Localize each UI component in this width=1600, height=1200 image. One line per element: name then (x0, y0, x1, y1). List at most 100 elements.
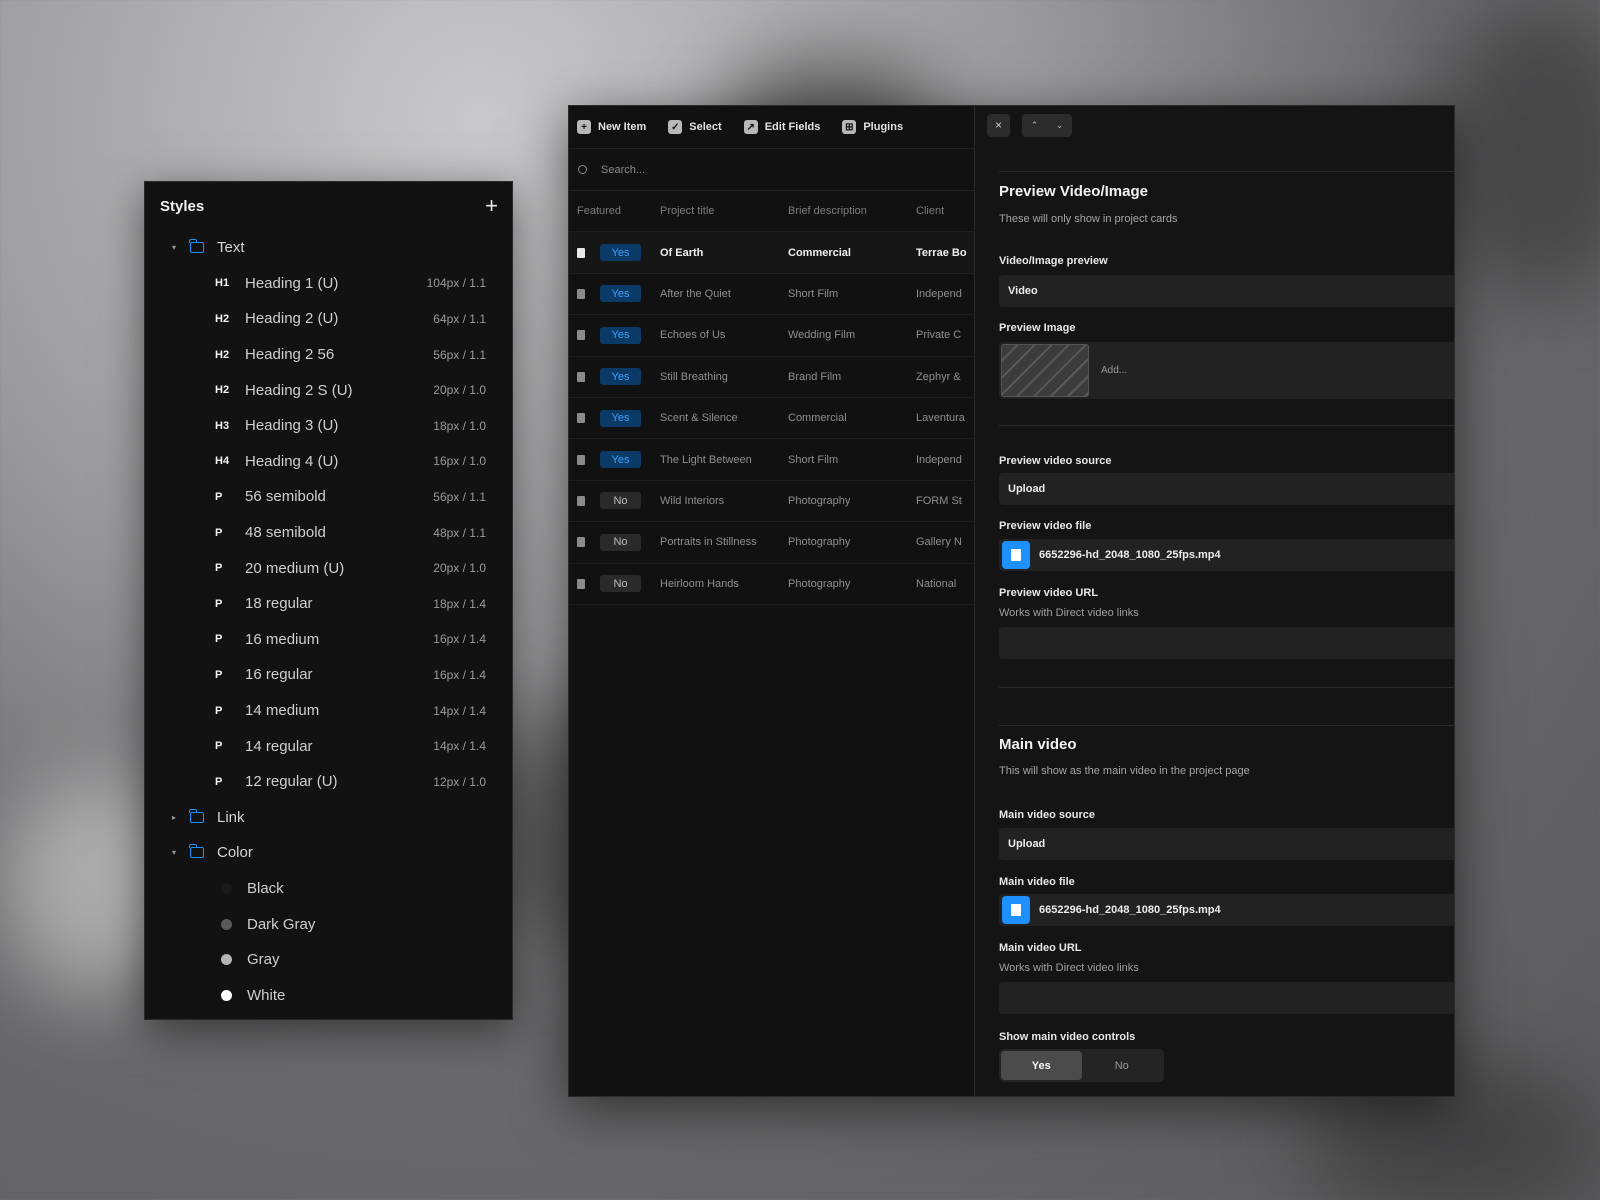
caret-right-icon[interactable]: ▸ (172, 813, 190, 822)
controls-no-option[interactable]: No (1082, 1051, 1163, 1080)
caret-down-icon[interactable]: ▾ (172, 243, 190, 252)
text-style-item[interactable]: P 20 medium (U) 20px / 1.0 (145, 550, 512, 586)
document-icon (577, 578, 585, 589)
client-cell: National (916, 577, 957, 590)
controls-yes-option[interactable]: Yes (1001, 1051, 1082, 1080)
main-file-field[interactable]: 6652296-hd_2048_1080_25fps.mp4 (999, 894, 1454, 926)
featured-badge: Yes (600, 368, 641, 386)
style-meta: 56px / 1.1 (433, 489, 486, 504)
style-name: Heading 2 56 (245, 346, 335, 364)
preview-file-field[interactable]: 6652296-hd_2048_1080_25fps.mp4 (999, 539, 1454, 571)
new-item-button[interactable]: + New Item (577, 120, 646, 134)
document-icon (577, 330, 585, 341)
style-name: 14 regular (245, 737, 313, 755)
styles-title: Styles (160, 197, 205, 215)
text-style-item[interactable]: H1 Heading 1 (U) 104px / 1.1 (145, 266, 512, 302)
featured-cell: No (569, 492, 660, 510)
column-header-client[interactable]: Client (916, 205, 974, 217)
text-style-item[interactable]: P 16 regular 16px / 1.4 (145, 657, 512, 693)
featured-badge: Yes (600, 409, 641, 427)
chevron-up-icon[interactable]: ⌃ (1031, 120, 1039, 131)
featured-cell: Yes (569, 409, 660, 427)
document-icon (577, 247, 585, 258)
style-tag: H2 (215, 312, 230, 325)
plugins-grid-icon: ⊞ (842, 120, 857, 134)
text-style-item[interactable]: P 12 regular (U) 12px / 1.0 (145, 764, 512, 800)
main-file-label: Main video file (999, 876, 1075, 888)
text-style-item[interactable]: P 48 semibold 48px / 1.1 (145, 515, 512, 551)
table-row[interactable]: Yes Scent & Silence Commercial Laventura (569, 398, 974, 440)
plugins-button[interactable]: ⊞ Plugins (842, 120, 903, 134)
preview-url-input[interactable] (999, 627, 1454, 659)
search-input[interactable] (601, 163, 801, 176)
file-icon (1002, 896, 1030, 924)
text-style-item[interactable]: H2 Heading 2 56 56px / 1.1 (145, 337, 512, 373)
preview-type-select[interactable]: Video (999, 275, 1454, 307)
table-row[interactable]: Yes After the Quiet Short Film Independ (569, 274, 974, 316)
close-button[interactable]: × (987, 113, 1010, 137)
select-button[interactable]: ✓ Select (668, 120, 722, 134)
text-style-item[interactable]: P 16 medium 16px / 1.4 (145, 622, 512, 658)
caret-down-icon[interactable]: ▾ (172, 848, 190, 857)
text-style-item[interactable]: P 14 medium 14px / 1.4 (145, 693, 512, 729)
style-group-label: Link (217, 808, 245, 826)
edit-fields-button[interactable]: ↗ Edit Fields (743, 120, 821, 134)
color-style-item[interactable]: Gray (145, 942, 512, 978)
color-style-item[interactable]: Dark Gray (145, 906, 512, 942)
column-header-description[interactable]: Brief description (788, 205, 916, 217)
description-cell: Commercial (788, 412, 847, 425)
table-row[interactable]: No Portraits in Stillness Photography Galle… (569, 522, 974, 564)
column-header-title[interactable]: Project title (660, 205, 788, 217)
main-url-input[interactable] (999, 982, 1454, 1014)
plus-icon[interactable]: + (485, 195, 498, 217)
description-cell: Photography (788, 536, 851, 549)
chevron-down-icon[interactable]: ⌄ (1056, 120, 1064, 131)
preview-image-field[interactable]: Add... (999, 342, 1454, 399)
client-cell: Independ (916, 453, 962, 466)
table-row[interactable]: Yes Echoes of Us Wedding Film Private C (569, 315, 974, 357)
preview-source-select[interactable]: Upload (999, 473, 1454, 505)
text-style-item[interactable]: P 56 semibold 56px / 1.1 (145, 479, 512, 515)
main-url-help: Works with Direct video links (999, 962, 1139, 974)
style-meta: 14px / 1.4 (433, 703, 486, 718)
color-swatch (221, 882, 232, 894)
text-style-item[interactable]: H2 Heading 2 S (U) 20px / 1.0 (145, 372, 512, 408)
style-tag: P (215, 668, 223, 681)
folder-icon (189, 239, 204, 254)
table-row[interactable]: Yes Still Breathing Brand Film Zephyr & (569, 357, 974, 398)
featured-badge: Yes (600, 326, 641, 344)
client-cell: Zephyr & (916, 370, 961, 383)
edit-fields-label: Edit Fields (764, 121, 821, 133)
main-source-select[interactable]: Upload (999, 828, 1454, 860)
description-cell: Photography (788, 494, 851, 507)
title-cell: Of Earth (660, 246, 704, 259)
style-group-link[interactable]: ▸ Link (145, 800, 512, 836)
text-style-item[interactable]: P 14 regular 14px / 1.4 (145, 728, 512, 764)
table-row[interactable]: Yes The Light Between Short Film Independ (569, 439, 974, 481)
color-style-item[interactable]: White (145, 977, 512, 1013)
item-detail-panel: × ⌃ ⌄ Preview Video/Image These will onl… (974, 106, 1454, 1096)
column-header-featured[interactable]: Featured (569, 205, 660, 217)
preview-file-label: Preview video file (999, 520, 1092, 532)
table-row[interactable]: No Wild Interiors Photography FORM St (569, 481, 974, 523)
add-image-link[interactable]: Add... (1101, 365, 1127, 376)
style-group-text[interactable]: ▾ Text (145, 230, 512, 266)
text-style-item[interactable]: P 18 regular 18px / 1.4 (145, 586, 512, 622)
style-group-color[interactable]: ▾ Color (145, 835, 512, 871)
document-icon (577, 495, 585, 506)
text-style-item[interactable]: H4 Heading 4 (U) 16px / 1.0 (145, 444, 512, 480)
new-item-label: New Item (598, 121, 647, 133)
featured-cell: Yes (569, 326, 660, 344)
style-meta: 18px / 1.0 (433, 418, 486, 433)
table-row[interactable]: Yes Of Earth Commercial Terrae Bo (569, 232, 974, 274)
color-style-item[interactable]: Black (145, 871, 512, 907)
text-style-item[interactable]: H3 Heading 3 (U) 18px / 1.0 (145, 408, 512, 444)
text-style-item[interactable]: H2 Heading 2 (U) 64px / 1.1 (145, 301, 512, 337)
client-cell: Laventura (916, 412, 965, 425)
style-tag: H1 (215, 277, 230, 290)
table-row[interactable]: No Heirloom Hands Photography National (569, 564, 974, 605)
title-cell: Still Breathing (660, 370, 728, 383)
style-name: 16 medium (245, 630, 320, 648)
item-navigation: ⌃ ⌄ (1022, 113, 1072, 137)
divider (999, 725, 1454, 726)
